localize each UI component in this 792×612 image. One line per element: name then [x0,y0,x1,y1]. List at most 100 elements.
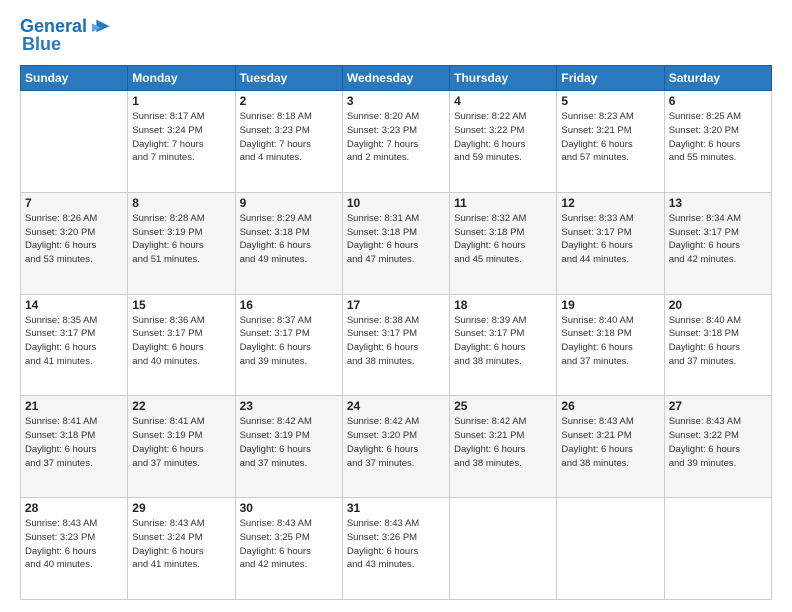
day-number: 20 [669,298,767,312]
calendar-cell: 20 Sunrise: 8:40 AMSunset: 3:18 PMDayligh… [664,294,771,396]
calendar-cell: 4 Sunrise: 8:22 AMSunset: 3:22 PMDaylight… [450,91,557,193]
day-info: Sunrise: 8:17 AMSunset: 3:24 PMDaylight:… [132,110,230,165]
day-info: Sunrise: 8:39 AMSunset: 3:17 PMDaylight:… [454,314,552,369]
calendar-cell: 28 Sunrise: 8:43 AMSunset: 3:23 PMDayligh… [21,498,128,600]
weekday-header-friday: Friday [557,66,664,91]
day-number: 2 [240,94,338,108]
calendar-cell: 16 Sunrise: 8:37 AMSunset: 3:17 PMDayligh… [235,294,342,396]
calendar-cell: 11 Sunrise: 8:32 AMSunset: 3:18 PMDayligh… [450,192,557,294]
weekday-header-saturday: Saturday [664,66,771,91]
day-number: 10 [347,196,445,210]
calendar-cell: 26 Sunrise: 8:43 AMSunset: 3:21 PMDayligh… [557,396,664,498]
week-row-1: 7Sunrise: 8:26 AMSunset: 3:20 PMDaylight… [21,192,772,294]
day-number: 30 [240,501,338,515]
day-number: 7 [25,196,123,210]
weekday-header-thursday: Thursday [450,66,557,91]
weekday-header-sunday: Sunday [21,66,128,91]
day-info: Sunrise: 8:32 AMSunset: 3:18 PMDaylight:… [454,212,552,267]
day-number: 16 [240,298,338,312]
calendar-cell: 13 Sunrise: 8:34 AMSunset: 3:17 PMDayligh… [664,192,771,294]
day-info: Sunrise: 8:37 AMSunset: 3:17 PMDaylight:… [240,314,338,369]
day-number: 11 [454,196,552,210]
day-number: 22 [132,399,230,413]
day-number: 17 [347,298,445,312]
day-number: 6 [669,94,767,108]
day-number: 19 [561,298,659,312]
day-number: 23 [240,399,338,413]
day-info: Sunrise: 8:20 AMSunset: 3:23 PMDaylight:… [347,110,445,165]
day-info: Sunrise: 8:34 AMSunset: 3:17 PMDaylight:… [669,212,767,267]
calendar-cell: 29Sunrise: 8:43 AMSunset: 3:24 PMDayligh… [128,498,235,600]
calendar-cell: 18 Sunrise: 8:39 AMSunset: 3:17 PMDayligh… [450,294,557,396]
day-number: 28 [25,501,123,515]
day-number: 31 [347,501,445,515]
calendar-cell: 24Sunrise: 8:42 AMSunset: 3:20 PMDayligh… [342,396,449,498]
calendar-cell: 15Sunrise: 8:36 AMSunset: 3:17 PMDayligh… [128,294,235,396]
day-number: 21 [25,399,123,413]
day-info: Sunrise: 8:41 AMSunset: 3:19 PMDaylight:… [132,415,230,470]
calendar-cell: 9 Sunrise: 8:29 AMSunset: 3:18 PMDaylight… [235,192,342,294]
logo-icon [89,16,111,38]
day-info: Sunrise: 8:28 AMSunset: 3:19 PMDaylight:… [132,212,230,267]
day-info: Sunrise: 8:43 AMSunset: 3:23 PMDaylight:… [25,517,123,572]
day-info: Sunrise: 8:40 AMSunset: 3:18 PMDaylight:… [561,314,659,369]
calendar-cell: 2 Sunrise: 8:18 AMSunset: 3:23 PMDaylight… [235,91,342,193]
week-row-2: 14 Sunrise: 8:35 AMSunset: 3:17 PMDayligh… [21,294,772,396]
calendar-cell: 25Sunrise: 8:42 AMSunset: 3:21 PMDayligh… [450,396,557,498]
calendar-cell: 3Sunrise: 8:20 AMSunset: 3:23 PMDaylight… [342,91,449,193]
calendar-cell: 1 Sunrise: 8:17 AMSunset: 3:24 PMDaylight… [128,91,235,193]
day-info: Sunrise: 8:41 AMSunset: 3:18 PMDaylight:… [25,415,123,470]
logo: General Blue [20,16,111,55]
day-info: Sunrise: 8:43 AMSunset: 3:22 PMDaylight:… [669,415,767,470]
day-number: 9 [240,196,338,210]
day-info: Sunrise: 8:29 AMSunset: 3:18 PMDaylight:… [240,212,338,267]
day-number: 4 [454,94,552,108]
calendar-cell: 10 Sunrise: 8:31 AMSunset: 3:18 PMDayligh… [342,192,449,294]
calendar: SundayMondayTuesdayWednesdayThursdayFrid… [20,65,772,600]
calendar-cell: 17 Sunrise: 8:38 AMSunset: 3:17 PMDayligh… [342,294,449,396]
day-info: Sunrise: 8:40 AMSunset: 3:18 PMDaylight:… [669,314,767,369]
calendar-cell [21,91,128,193]
calendar-cell: 30 Sunrise: 8:43 AMSunset: 3:25 PMDayligh… [235,498,342,600]
calendar-cell [557,498,664,600]
day-number: 18 [454,298,552,312]
page: General Blue SundayMondayTuesdayWednesda… [0,0,792,612]
calendar-cell: 27Sunrise: 8:43 AMSunset: 3:22 PMDayligh… [664,396,771,498]
day-info: Sunrise: 8:38 AMSunset: 3:17 PMDaylight:… [347,314,445,369]
day-number: 26 [561,399,659,413]
day-number: 14 [25,298,123,312]
day-number: 12 [561,196,659,210]
day-info: Sunrise: 8:43 AMSunset: 3:21 PMDaylight:… [561,415,659,470]
calendar-cell: 7Sunrise: 8:26 AMSunset: 3:20 PMDaylight… [21,192,128,294]
calendar-cell: 19 Sunrise: 8:40 AMSunset: 3:18 PMDayligh… [557,294,664,396]
day-info: Sunrise: 8:42 AMSunset: 3:20 PMDaylight:… [347,415,445,470]
day-info: Sunrise: 8:18 AMSunset: 3:23 PMDaylight:… [240,110,338,165]
day-number: 13 [669,196,767,210]
day-info: Sunrise: 8:43 AMSunset: 3:25 PMDaylight:… [240,517,338,572]
week-row-3: 21 Sunrise: 8:41 AMSunset: 3:18 PMDayligh… [21,396,772,498]
calendar-cell: 21 Sunrise: 8:41 AMSunset: 3:18 PMDayligh… [21,396,128,498]
calendar-cell: 31 Sunrise: 8:43 AMSunset: 3:26 PMDayligh… [342,498,449,600]
calendar-cell: 8 Sunrise: 8:28 AMSunset: 3:19 PMDaylight… [128,192,235,294]
calendar-cell: 12 Sunrise: 8:33 AMSunset: 3:17 PMDayligh… [557,192,664,294]
day-info: Sunrise: 8:22 AMSunset: 3:22 PMDaylight:… [454,110,552,165]
calendar-cell: 22 Sunrise: 8:41 AMSunset: 3:19 PMDayligh… [128,396,235,498]
calendar-cell: 14 Sunrise: 8:35 AMSunset: 3:17 PMDayligh… [21,294,128,396]
weekday-header-wednesday: Wednesday [342,66,449,91]
week-row-0: 1 Sunrise: 8:17 AMSunset: 3:24 PMDaylight… [21,91,772,193]
day-info: Sunrise: 8:43 AMSunset: 3:26 PMDaylight:… [347,517,445,572]
weekday-header-monday: Monday [128,66,235,91]
day-info: Sunrise: 8:36 AMSunset: 3:17 PMDaylight:… [132,314,230,369]
calendar-cell [664,498,771,600]
day-info: Sunrise: 8:42 AMSunset: 3:21 PMDaylight:… [454,415,552,470]
day-number: 8 [132,196,230,210]
calendar-cell: 5Sunrise: 8:23 AMSunset: 3:21 PMDaylight… [557,91,664,193]
day-info: Sunrise: 8:31 AMSunset: 3:18 PMDaylight:… [347,212,445,267]
weekday-header-tuesday: Tuesday [235,66,342,91]
weekday-header-row: SundayMondayTuesdayWednesdayThursdayFrid… [21,66,772,91]
day-number: 1 [132,94,230,108]
day-info: Sunrise: 8:25 AMSunset: 3:20 PMDaylight:… [669,110,767,165]
week-row-4: 28 Sunrise: 8:43 AMSunset: 3:23 PMDayligh… [21,498,772,600]
day-info: Sunrise: 8:33 AMSunset: 3:17 PMDaylight:… [561,212,659,267]
day-info: Sunrise: 8:35 AMSunset: 3:17 PMDaylight:… [25,314,123,369]
